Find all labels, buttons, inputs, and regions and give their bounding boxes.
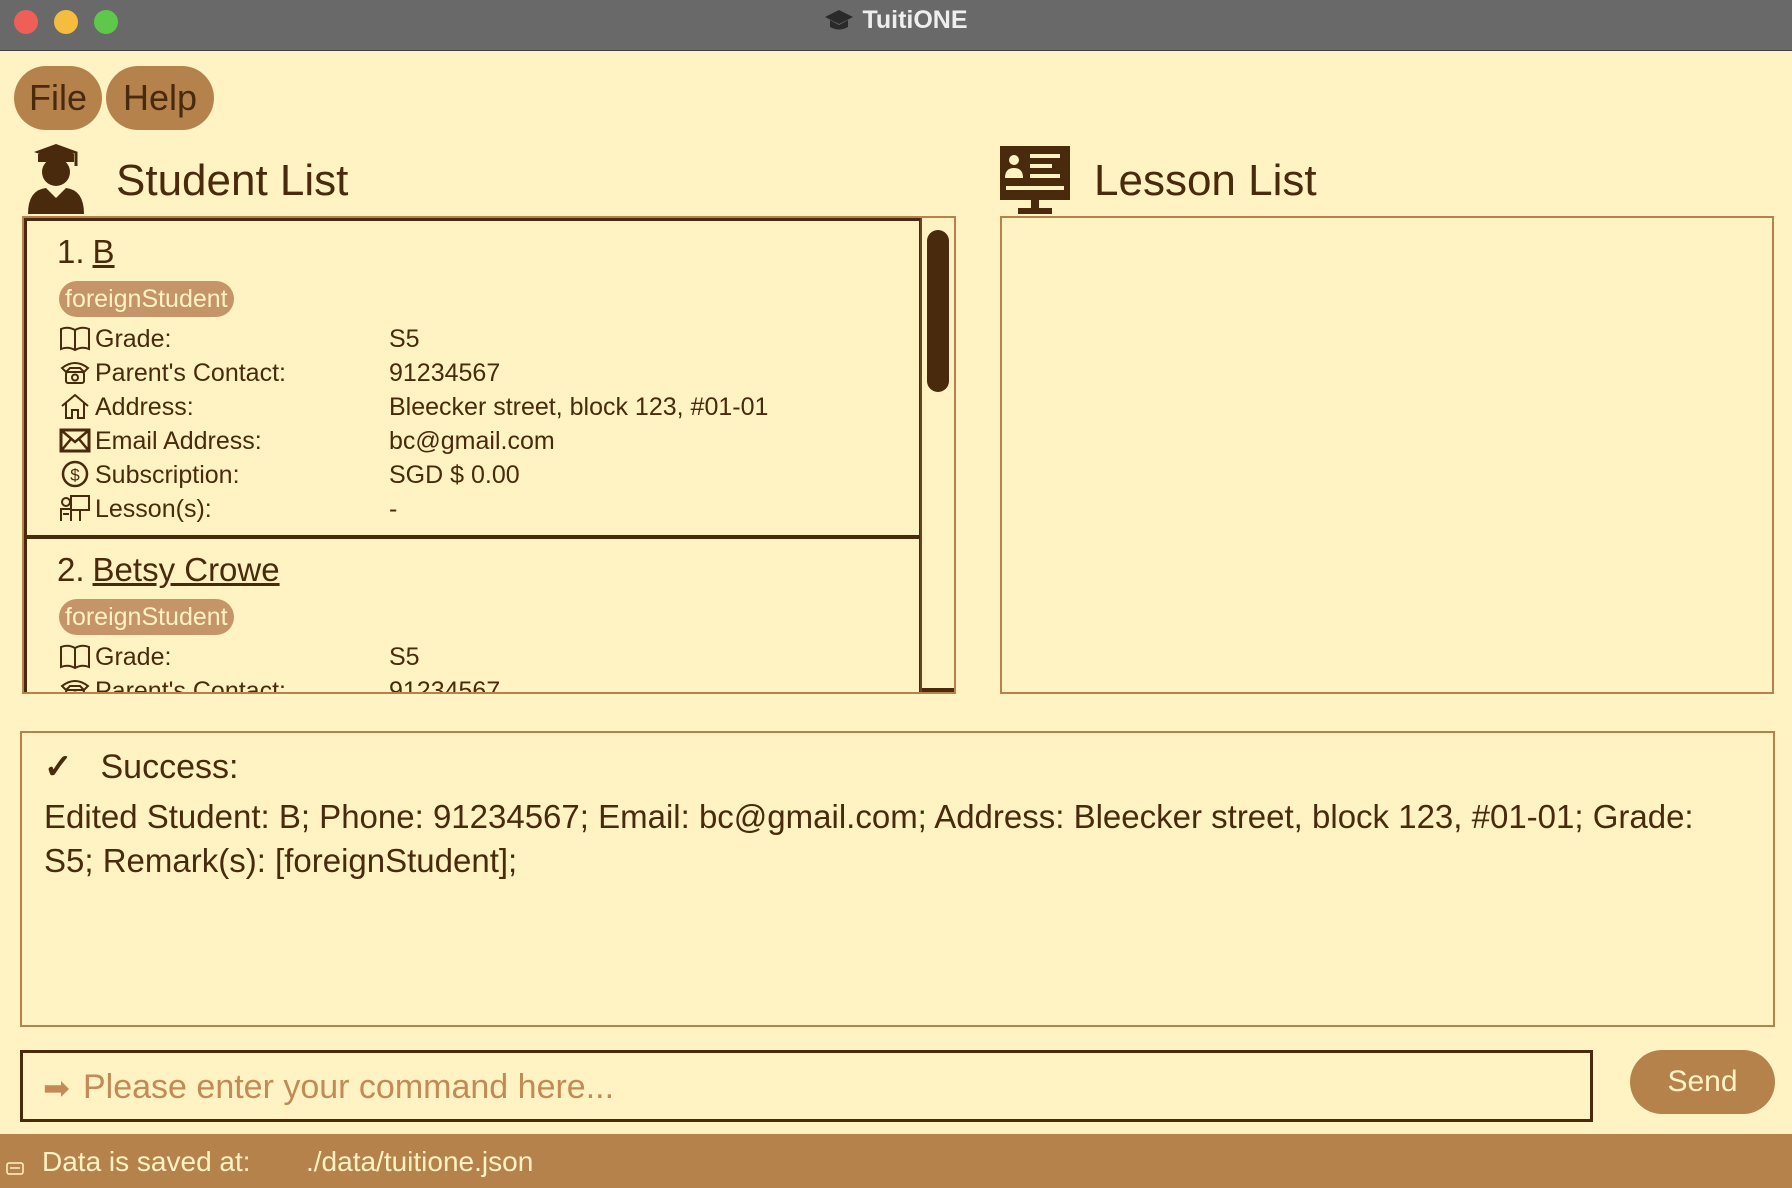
contact-label: Parent's Contact: [95,677,286,694]
contact-value: 91234567 [389,359,501,387]
remark-tag: foreignStudent [59,599,234,635]
subscription-label: Subscription: [95,461,240,489]
dollar-coin-icon: $ [61,460,89,488]
help-menu-button[interactable]: Help [106,66,214,130]
status-bar: Data is saved at: ./data/tuitione.json [0,1134,1792,1188]
telephone-icon [60,680,90,692]
checkmark-icon: ✓ [44,748,73,786]
storage-icon [6,1162,24,1175]
book-icon [60,644,90,670]
arrow-right-icon: ➡ [43,1070,70,1106]
email-value: bc@gmail.com [389,427,555,455]
scrollbar-end [922,688,954,692]
window-title-area: TuitiONE [0,6,1792,35]
student-list-scrollbar[interactable] [920,218,954,692]
grade-value: S5 [389,325,420,353]
title-bar: TuitiONE [0,0,1792,51]
lessons-row: Lesson(s): - [59,493,397,525]
svg-text:$: $ [70,466,80,485]
grade-label: Grade: [95,325,172,353]
contact-row: Parent's Contact: 91234567 [59,357,500,389]
contact-label: Parent's Contact: [95,359,286,387]
grade-row: Grade: S5 [59,323,420,355]
student-name: Betsy Crowe [92,551,280,588]
subscription-value: SGD $ 0.00 [389,461,520,489]
lessons-value: - [389,495,398,523]
student-list-title: Student List [116,156,349,205]
telephone-icon [60,362,90,384]
address-label: Address: [95,393,194,421]
student-icon [28,144,84,214]
send-button[interactable]: Send [1630,1050,1775,1114]
result-display: ✓ Success: Edited Student: B; Phone: 9123… [20,731,1775,1027]
result-message: Edited Student: B; Phone: 91234567; Emai… [44,798,1694,879]
student-card[interactable]: 1. B foreignStudent Grade: S5 Parent's Con… [24,218,922,538]
save-location-label: Data is saved at: [42,1146,251,1177]
result-status-text: Success: [100,748,239,786]
student-header: 2. Betsy Crowe [57,551,280,589]
student-card[interactable]: 2. Betsy Crowe foreignStudent Grade: S5 Pa… [24,536,922,694]
lessons-label: Lesson(s): [95,495,212,523]
email-row: Email Address: bc@gmail.com [59,425,555,457]
command-input[interactable] [83,1061,1573,1113]
contact-row: Parent's Contact: 91234567 [59,675,501,694]
remark-tag: foreignStudent [59,281,234,317]
lesson-board-icon [1000,146,1070,214]
file-menu-button[interactable]: File [14,66,102,130]
teacher-icon [60,495,90,521]
lesson-list[interactable] [1000,216,1774,694]
graduation-cap-icon [825,10,854,30]
save-location-path: ./data/tuitione.json [306,1146,534,1177]
student-index: 2. [57,551,85,588]
command-box[interactable]: ➡ [20,1050,1593,1122]
address-row: Address: Bleecker street, block 123, #01-… [59,391,768,423]
result-status: ✓ Success: [44,747,1751,787]
grade-row: Grade: S5 [59,641,420,673]
home-icon [61,393,89,419]
envelope-icon [59,428,91,453]
scrollbar-thumb[interactable] [927,230,949,392]
subscription-row: $ Subscription: SGD $ 0.00 [59,459,520,491]
address-value: Bleecker street, block 123, #01-01 [389,393,769,421]
contact-value: 91234567 [389,677,501,694]
student-name: B [92,233,115,270]
student-index: 1. [57,233,85,270]
book-icon [60,326,90,352]
grade-label: Grade: [95,643,172,671]
grade-value: S5 [389,643,420,671]
window-title: TuitiONE [862,6,968,34]
lesson-list-title: Lesson List [1094,156,1317,205]
student-header: 1. B [57,233,115,271]
email-label: Email Address: [95,427,262,455]
student-list[interactable]: 1. B foreignStudent Grade: S5 Parent's Con… [22,216,956,694]
